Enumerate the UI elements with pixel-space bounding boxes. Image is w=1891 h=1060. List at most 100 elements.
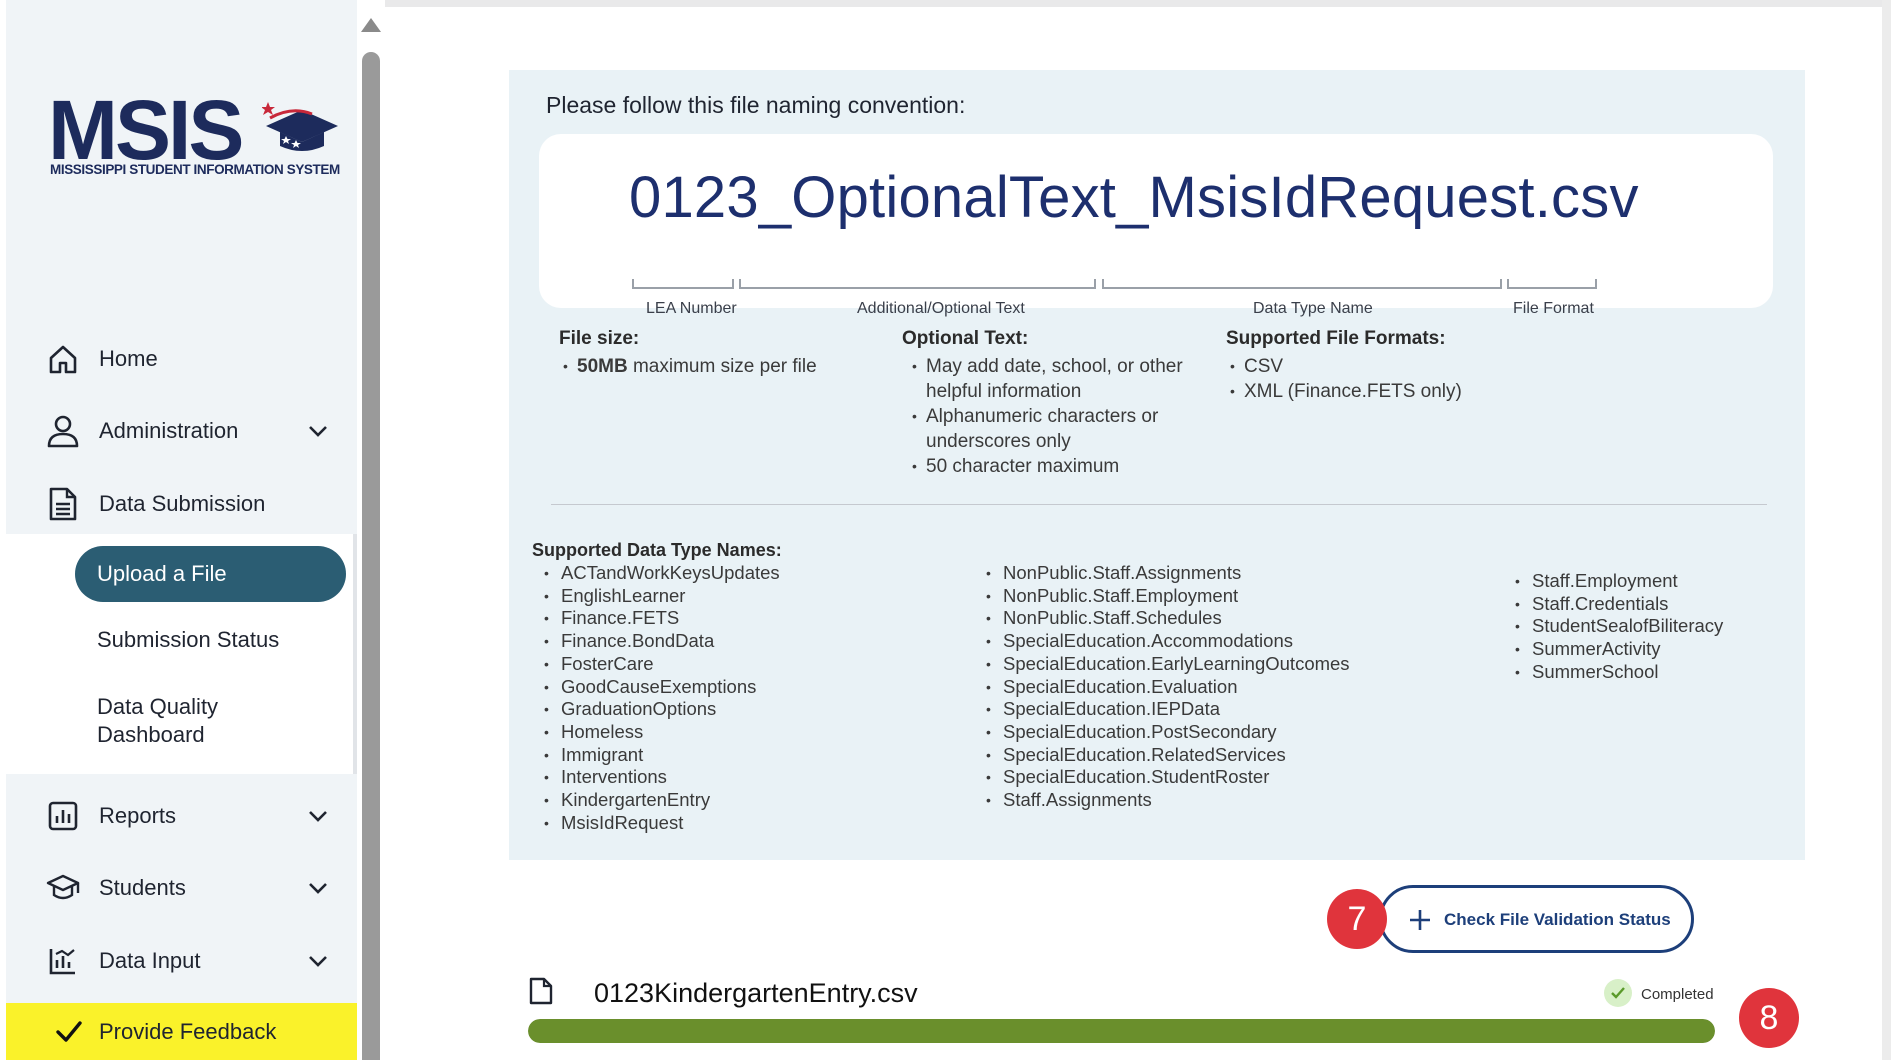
data-type-item: GoodCauseExemptions: [532, 676, 780, 699]
sidebar-scrollbar[interactable]: [357, 0, 385, 1060]
data-types-heading: Supported Data Type Names:: [532, 540, 782, 560]
file-size-heading: File size:: [559, 328, 640, 349]
user-icon: [46, 414, 80, 448]
lea-bracket: [632, 279, 734, 289]
nav-data-submission-label: Data Submission: [99, 491, 266, 516]
optional-rule: May add date, school, or otherhelpful in…: [908, 354, 1222, 404]
data-types-column-2: NonPublic.Staff.AssignmentsNonPublic.Sta…: [974, 562, 1350, 812]
data-type-item: NonPublic.Staff.Schedules: [974, 607, 1350, 630]
provide-feedback-button[interactable]: Provide Feedback: [6, 1003, 357, 1060]
upload-status-label: Completed: [1641, 986, 1714, 1003]
nav-home-label: Home: [99, 346, 158, 371]
optional-text-heading: Optional Text:: [902, 328, 1029, 349]
datatype-bracket: [1102, 279, 1502, 289]
file-format-label: File Format: [1513, 300, 1594, 317]
nav-data-input-label: Data Input: [99, 948, 201, 973]
example-filename: 0123_OptionalText_MsisIdRequest.csv: [629, 165, 1639, 230]
data-type-item: FosterCare: [532, 653, 780, 676]
submenu-data-quality-dashboard[interactable]: Data Quality Dashboard: [97, 693, 218, 749]
filename-example-card: 0123_OptionalText_MsisIdRequest.csv LEA …: [539, 134, 1773, 317]
msis-logo[interactable]: MSIS MISSISSIPPI STUDENT INFORMATION SYS…: [48, 83, 340, 188]
optional-text-label: Additional/Optional Text: [857, 300, 1025, 317]
file-size-value: 50MB: [577, 356, 628, 377]
optional-rule: 50 character maximum: [908, 454, 1222, 479]
optional-text-info: Optional Text: May add date, school, or …: [902, 328, 1222, 479]
file-size-item: 50MB maximum size per file: [559, 354, 817, 379]
data-type-item: SpecialEducation.RelatedServices: [974, 744, 1350, 767]
lea-number-label: LEA Number: [646, 300, 737, 317]
data-types-column-1: ACTandWorkKeysUpdatesEnglishLearner Finan…: [532, 562, 780, 834]
nav-home[interactable]: Home: [6, 329, 357, 389]
sidebar: MSIS MISSISSIPPI STUDENT INFORMATION SYS…: [6, 0, 357, 1060]
submenu-submission-status[interactable]: Submission Status: [97, 626, 279, 654]
data-type-item: SpecialEducation.StudentRoster: [974, 766, 1350, 789]
upload-progress-bar: [528, 1019, 1715, 1043]
data-type-item: SpecialEducation.PostSecondary: [974, 721, 1350, 744]
data-type-name-label: Data Type Name: [1253, 300, 1373, 317]
submenu-dq-line2: Dashboard: [97, 722, 205, 747]
bar-chart-icon: [46, 799, 80, 833]
data-types-column-3: Staff.EmploymentStaff.CredentialsStudent…: [1503, 570, 1723, 684]
data-type-item: Staff.Assignments: [974, 789, 1350, 812]
home-icon: [46, 342, 80, 376]
file-icon: [529, 977, 553, 1005]
file-convention-panel: Please follow this file naming conventio…: [509, 70, 1805, 860]
window-right-edge: [1882, 0, 1891, 1060]
data-type-item: Interventions: [532, 766, 780, 789]
optional-bracket: [739, 279, 1096, 289]
scrollbar-thumb[interactable]: [362, 52, 380, 1060]
nav-data-input[interactable]: Data Input: [6, 931, 357, 991]
window-top-edge: [385, 0, 1891, 7]
data-type-item: MsisIdRequest: [532, 812, 780, 835]
format-item: CSV: [1226, 354, 1462, 379]
data-type-item: Finance.BondData: [532, 630, 780, 653]
chevron-down-icon[interactable]: [306, 804, 330, 828]
nav-reports[interactable]: Reports: [6, 786, 357, 846]
nav-students-label: Students: [99, 875, 186, 900]
data-type-item: SummerActivity: [1503, 638, 1723, 661]
file-size-rest: maximum size per file: [627, 356, 817, 377]
submenu-upload-a-file[interactable]: Upload a File: [75, 546, 346, 602]
data-type-item: SpecialEducation.Evaluation: [974, 676, 1350, 699]
data-type-item: SpecialEducation.IEPData: [974, 698, 1350, 721]
upload-progress-fill: [528, 1019, 1715, 1043]
data-type-item: SpecialEducation.EarlyLearningOutcomes: [974, 653, 1350, 676]
provide-feedback-label: Provide Feedback: [99, 1019, 277, 1044]
supported-formats-heading: Supported File Formats:: [1226, 328, 1446, 349]
data-type-item: SummerSchool: [1503, 661, 1723, 684]
data-type-item: Staff.Credentials: [1503, 593, 1723, 616]
document-icon: [46, 487, 80, 521]
data-type-item: Staff.Employment: [1503, 570, 1723, 593]
chevron-down-icon[interactable]: [306, 876, 330, 900]
data-type-item: StudentSealofBiliteracy: [1503, 615, 1723, 638]
nav-administration-label: Administration: [99, 418, 239, 443]
section-divider: [551, 504, 1767, 505]
step-7-badge: 7: [1327, 889, 1387, 949]
data-type-item: GraduationOptions: [532, 698, 780, 721]
nav-administration[interactable]: Administration: [6, 401, 357, 461]
convention-title: Please follow this file naming conventio…: [546, 92, 966, 118]
nav-data-submission[interactable]: Data Submission: [6, 474, 357, 534]
nav-students[interactable]: Students: [6, 858, 357, 918]
uploaded-file-name: 0123KindergartenEntry.csv: [594, 978, 918, 1008]
chart-input-icon: [46, 944, 80, 978]
data-type-item: KindergartenEntry: [532, 789, 780, 812]
data-type-item: SpecialEducation.Accommodations: [974, 630, 1350, 653]
format-bracket: [1507, 279, 1597, 289]
chevron-down-icon[interactable]: [306, 949, 330, 973]
logo-subtitle: MISSISSIPPI STUDENT INFORMATION SYSTEM: [50, 162, 340, 177]
file-size-info: File size: 50MB maximum size per file: [559, 328, 817, 379]
step-8-badge: 8: [1739, 988, 1799, 1048]
data-type-item: ACTandWorkKeysUpdates: [532, 562, 780, 585]
check-status-label: Check File Validation Status: [1444, 910, 1671, 929]
data-submission-submenu: Upload a File Submission Status Data Qua…: [6, 534, 357, 774]
submenu-dq-line1: Data Quality: [97, 694, 219, 719]
logo-wordmark: MSIS: [48, 83, 244, 177]
scroll-up-arrow-icon[interactable]: [361, 18, 381, 32]
data-type-item: EnglishLearner: [532, 585, 780, 608]
check-file-validation-status-button[interactable]: Check File Validation Status: [1379, 885, 1694, 953]
supported-formats-info: Supported File Formats: CSV XML (Finance…: [1226, 328, 1462, 404]
data-type-item: Immigrant: [532, 744, 780, 767]
chevron-down-icon[interactable]: [306, 419, 330, 443]
checkmark-icon: [56, 1021, 82, 1042]
